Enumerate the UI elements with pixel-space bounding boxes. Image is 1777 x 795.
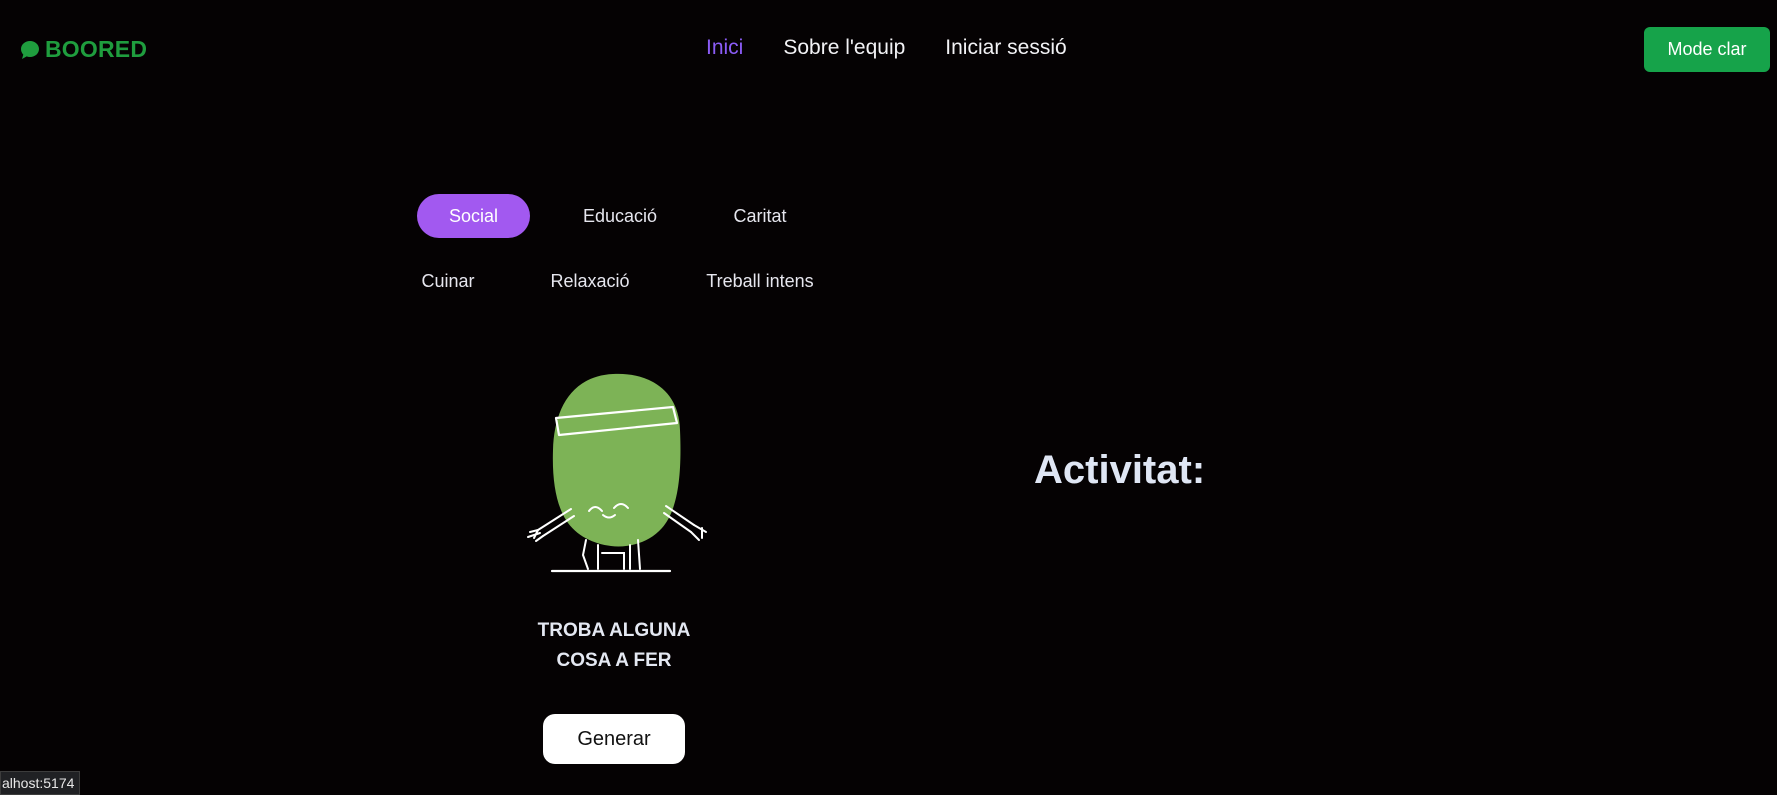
category-social[interactable]: Social bbox=[417, 194, 530, 238]
nav-link-home[interactable]: Inici bbox=[706, 36, 743, 60]
category-cooking[interactable]: Cuinar bbox=[412, 259, 484, 303]
category-busywork[interactable]: Treball intens bbox=[698, 259, 822, 303]
category-relaxation[interactable]: Relaxació bbox=[543, 259, 637, 303]
activity-title: Activitat: bbox=[1034, 448, 1206, 492]
find-line-2: COSA A FER bbox=[556, 650, 672, 671]
find-line-1: TROBA ALGUNA bbox=[537, 620, 691, 641]
speech-bubble-icon bbox=[21, 40, 39, 59]
find-something-heading: TROBA ALGUNA COSA A FER bbox=[500, 616, 728, 676]
nav-link-login[interactable]: Iniciar sessió bbox=[945, 36, 1066, 60]
main-nav: Inici Sobre l'equip Iniciar sessió bbox=[706, 36, 1067, 60]
category-education[interactable]: Educació bbox=[565, 194, 675, 238]
category-charity[interactable]: Caritat bbox=[715, 194, 805, 238]
logo-text: BOORED bbox=[45, 36, 148, 62]
mascot-exercising-illustration bbox=[527, 373, 707, 573]
page: BOORED Inici Sobre l'equip Iniciar sessi… bbox=[0, 0, 1777, 795]
logo[interactable]: BOORED bbox=[19, 36, 147, 63]
nav-link-team[interactable]: Sobre l'equip bbox=[783, 36, 905, 60]
light-mode-button[interactable]: Mode clar bbox=[1644, 27, 1770, 72]
status-bar-url: alhost:5174 bbox=[0, 771, 81, 795]
generate-button[interactable]: Generar bbox=[543, 714, 685, 764]
